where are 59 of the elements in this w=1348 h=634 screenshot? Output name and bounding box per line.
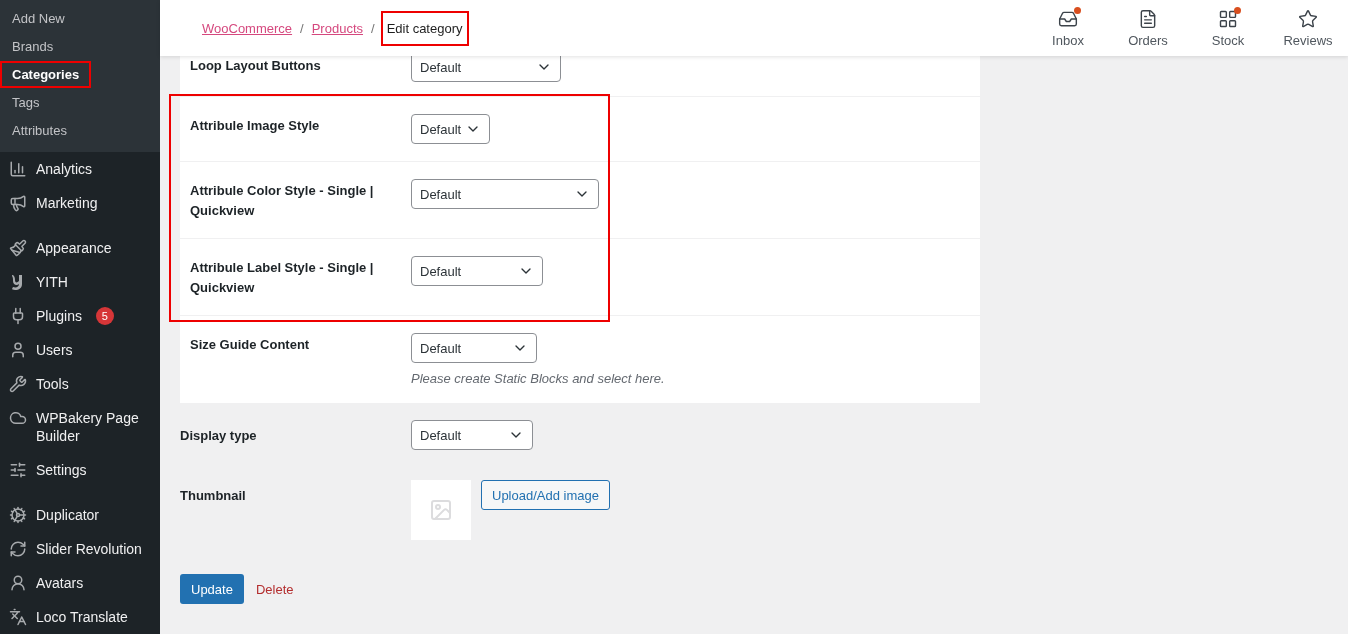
dropdown-select[interactable]: Default [411,256,543,286]
field-label: Size Guide Content [190,336,311,354]
menu-link[interactable]: Users [36,341,73,359]
menu-link[interactable]: YITH [36,273,68,291]
field-label: Attribule Color Style - Single | Quickview [190,182,375,220]
grid-icon [1218,8,1238,29]
dropdown-select[interactable]: Default [411,420,533,450]
paintbrush-icon [9,239,27,257]
wrench-icon [9,375,27,393]
document-icon [1138,8,1158,29]
submenu-link[interactable]: Categories [2,62,90,86]
submenu-link[interactable]: Attributes [12,118,67,142]
field-label: Attribule Label Style - Single | Quickview [190,259,375,297]
translate-icon [9,608,27,626]
star-icon [1298,8,1318,29]
breadcrumb-current: Edit category [380,10,469,46]
breadcrumb-link[interactable]: Products [309,10,365,46]
menu-link[interactable]: Avatars [36,574,84,592]
breadcrumb-link[interactable]: WooCommerce [200,10,295,46]
sliders-icon [9,461,27,479]
gear-icon [9,506,27,524]
update-button[interactable]: Update [180,574,244,604]
menu-link[interactable]: Appearance [36,239,112,257]
field-description: Please create Static Blocks and select here. [411,371,665,386]
activity-link[interactable]: Reviews [1268,0,1348,56]
delete-link[interactable]: Delete [255,581,294,597]
count-badge: 5 [95,307,114,325]
menu-link[interactable]: Slider Revolution [36,540,142,558]
activity-link[interactable]: Orders [1108,0,1188,56]
field-label: Attribule Image Style [190,117,321,135]
image-icon [429,498,453,522]
dropdown-select[interactable]: Default [411,333,537,363]
submenu-link[interactable]: Tags [12,90,40,114]
refresh-icon [9,540,27,558]
upload-button[interactable]: Upload/Add image [481,480,610,510]
menu-link[interactable]: Tools [36,375,69,393]
user-icon [9,341,27,359]
bar-chart-icon [9,160,27,178]
dropdown-select[interactable]: Default [411,114,490,144]
dropdown-select[interactable]: Default [411,179,599,209]
cloud-icon [9,409,27,427]
breadcrumb-separator: / [371,20,375,36]
megaphone-icon [9,194,27,212]
menu-link[interactable]: Settings [36,461,87,479]
menu-link[interactable]: WPBakery Page Builder [36,409,154,445]
person-icon [9,574,27,592]
submenu-link[interactable]: Add New [12,6,65,30]
menu-link[interactable]: Duplicator [36,506,100,524]
menu-link[interactable]: Loco Translate [36,608,128,626]
breadcrumb-separator: / [300,20,304,36]
field-label: Thumbnail [180,487,247,505]
menu-link[interactable]: Plugins [36,307,82,325]
menu-link[interactable]: Marketing [36,194,98,212]
activity-link[interactable]: Inbox [1028,0,1108,56]
submenu-link[interactable]: Brands [12,34,54,58]
field-label: Loop Layout Buttons [190,57,322,75]
activity-link[interactable]: Stock [1188,0,1268,56]
field-label: Display type [180,427,258,445]
menu-link[interactable]: Analytics [36,160,93,178]
